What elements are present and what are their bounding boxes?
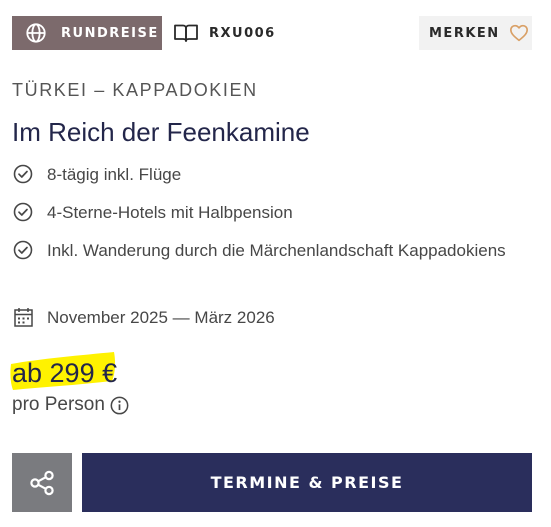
share-icon xyxy=(30,470,54,495)
trip-code-label: RXU006 xyxy=(209,25,276,41)
share-button[interactable] xyxy=(12,453,72,512)
heart-outline-icon xyxy=(509,24,528,42)
check-circle-icon xyxy=(13,240,33,260)
check-circle-icon xyxy=(13,202,33,222)
check-circle-icon xyxy=(13,164,33,184)
feature-item: 4-Sterne-Hotels mit Halbpension xyxy=(12,198,532,227)
trip-title: Im Reich der Feenkamine xyxy=(12,117,310,147)
feature-item: 8-tägig inkl. Flüge xyxy=(12,160,532,189)
trip-code: RXU006 xyxy=(173,16,276,50)
price: ab 299 € xyxy=(12,358,118,388)
trip-region: TÜRKEI – KAPPADOKIEN xyxy=(12,80,258,100)
feature-text: Inkl. Wanderung durch die Märchenlandsch… xyxy=(47,241,506,260)
open-book-icon xyxy=(174,24,198,42)
feature-item: Inkl. Wanderung durch die Märchenlandsch… xyxy=(12,236,532,265)
feature-text: 4-Sterne-Hotels mit Halbpension xyxy=(47,203,293,222)
feature-list: 8-tägig inkl. Flüge 4-Sterne-Hotels mit … xyxy=(12,160,532,274)
trip-type-label: RUNDREISE xyxy=(61,25,159,41)
travel-period-text: November 2025 — März 2026 xyxy=(47,308,275,327)
dates-and-prices-button[interactable]: TERMINE & PREISE xyxy=(82,453,532,512)
travel-period: November 2025 — März 2026 xyxy=(12,303,275,332)
globe-icon xyxy=(26,23,46,43)
bookmark-button[interactable]: MERKEN xyxy=(419,16,532,50)
cta-label: TERMINE & PREISE xyxy=(210,473,404,492)
info-icon[interactable] xyxy=(110,396,129,415)
price-unit-text: pro Person xyxy=(12,394,105,415)
feature-text: 8-tägig inkl. Flüge xyxy=(47,165,182,184)
trip-type-badge: RUNDREISE xyxy=(12,16,162,50)
bookmark-label: MERKEN xyxy=(429,25,500,41)
price-unit: pro Person xyxy=(12,394,129,416)
calendar-icon xyxy=(14,308,33,327)
